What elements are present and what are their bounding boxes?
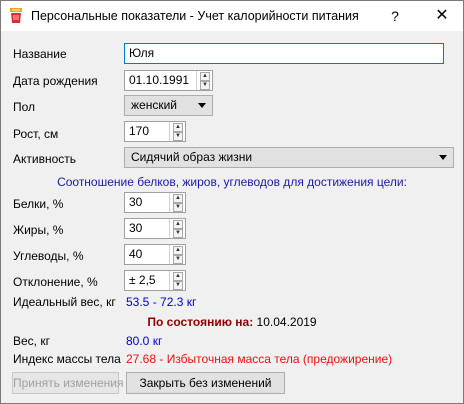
- fats-input[interactable]: 30 ▲ ▼: [124, 218, 186, 239]
- activity-label: Активность: [13, 152, 77, 166]
- height-spinner[interactable]: ▲ ▼: [169, 122, 185, 141]
- gender-value: женский: [131, 98, 177, 112]
- help-icon[interactable]: ?: [375, 1, 415, 31]
- name-value: Юля: [129, 46, 155, 60]
- name-label: Название: [13, 47, 67, 61]
- deviation-value: ± 2,5: [129, 273, 156, 287]
- weight-value: 80.0 кг: [126, 334, 163, 348]
- window-title: Персональные показатели - Учет калорийно…: [31, 9, 359, 23]
- proteins-spinner[interactable]: ▲ ▼: [169, 193, 185, 212]
- apply-button[interactable]: Принять изменения: [12, 372, 123, 394]
- close-without-changes-button[interactable]: Закрыть без изменений: [126, 372, 285, 394]
- status-line: По состоянию на: 10.04.2019: [1, 315, 463, 329]
- spin-up-icon[interactable]: ▲: [173, 123, 183, 132]
- birth-date-value: 01.10.1991: [129, 73, 190, 87]
- ideal-weight-value: 53.5 - 72.3 кг: [126, 295, 197, 309]
- height-value: 170: [129, 124, 150, 138]
- spin-up-icon[interactable]: ▲: [173, 220, 183, 229]
- activity-select[interactable]: Сидячий образ жизни: [124, 147, 454, 168]
- carbs-label: Углеводы, %: [13, 249, 84, 263]
- dialog-window: Персональные показатели - Учет калорийно…: [0, 0, 464, 404]
- proteins-value: 30: [129, 195, 143, 209]
- birth-date-label: Дата рождения: [13, 74, 98, 88]
- bmi-value: 27.68 - Избыточная масса тела (предожире…: [126, 352, 393, 366]
- deviation-label: Отклонение, %: [13, 275, 98, 289]
- fats-spinner[interactable]: ▲ ▼: [169, 219, 185, 238]
- activity-value: Сидячий образ жизни: [131, 150, 253, 164]
- birth-date-spinner[interactable]: ▲ ▼: [196, 71, 212, 90]
- close-icon[interactable]: ✕: [422, 1, 462, 31]
- ideal-weight-label: Идеальный вес, кг: [13, 295, 116, 309]
- fats-label: Жиры, %: [13, 223, 64, 237]
- deviation-input[interactable]: ± 2,5 ▲ ▼: [124, 270, 186, 291]
- proteins-input[interactable]: 30 ▲ ▼: [124, 192, 186, 213]
- bmi-label: Индекс массы тела: [13, 352, 121, 366]
- birth-date-input[interactable]: 01.10.1991 ▲ ▼: [124, 70, 213, 91]
- spin-down-icon[interactable]: ▼: [200, 81, 210, 90]
- chevron-down-icon: [198, 103, 206, 108]
- spin-up-icon[interactable]: ▲: [200, 72, 210, 81]
- height-input[interactable]: 170 ▲ ▼: [124, 121, 186, 142]
- deviation-spinner[interactable]: ▲ ▼: [169, 271, 185, 290]
- status-label: По состоянию на:: [147, 315, 254, 329]
- height-label: Рост, см: [13, 127, 59, 141]
- spin-up-icon[interactable]: ▲: [173, 194, 183, 203]
- proteins-label: Белки, %: [13, 197, 64, 211]
- fats-value: 30: [129, 221, 143, 235]
- spin-up-icon[interactable]: ▲: [173, 272, 183, 281]
- title-bar: Персональные показатели - Учет калорийно…: [1, 1, 463, 31]
- gender-label: Пол: [13, 100, 36, 114]
- spin-down-icon[interactable]: ▼: [173, 203, 183, 212]
- name-input[interactable]: Юля: [124, 43, 444, 64]
- carbs-spinner[interactable]: ▲ ▼: [169, 245, 185, 264]
- spin-down-icon[interactable]: ▼: [173, 132, 183, 141]
- spin-down-icon[interactable]: ▼: [173, 255, 183, 264]
- spin-down-icon[interactable]: ▼: [173, 229, 183, 238]
- status-date: 10.04.2019: [256, 315, 317, 329]
- weight-label: Вес, кг: [13, 334, 50, 348]
- carbs-value: 40: [129, 247, 143, 261]
- gender-select[interactable]: женский: [124, 95, 213, 116]
- chevron-down-icon: [439, 155, 447, 160]
- carbs-input[interactable]: 40 ▲ ▼: [124, 244, 186, 265]
- app-icon: [10, 8, 22, 23]
- ratio-heading: Соотношение белков, жиров, углеводов для…: [57, 175, 407, 189]
- spin-up-icon[interactable]: ▲: [173, 246, 183, 255]
- spin-down-icon[interactable]: ▼: [173, 281, 183, 290]
